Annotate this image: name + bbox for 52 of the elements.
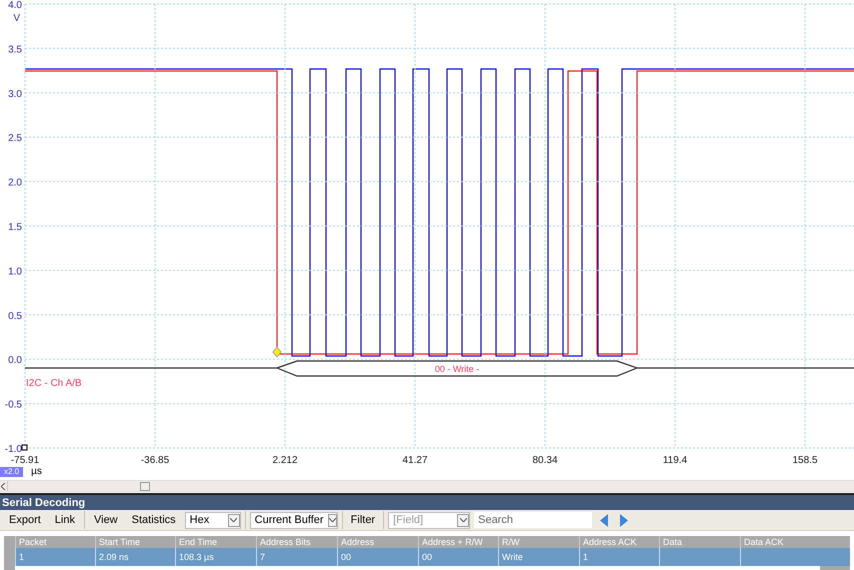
x-tick-label: 41.27 <box>402 455 428 466</box>
scroll-left-icon[interactable] <box>0 481 8 491</box>
y-tick-label: 3.0 <box>8 88 22 100</box>
y-tick-label: 2.0 <box>8 178 22 189</box>
table-cell: 00 <box>422 552 432 562</box>
x-tick-label: 158.5 <box>792 455 818 466</box>
table-cell: 108.3 µs <box>179 552 214 562</box>
y-tick-label: 1.5 <box>8 222 22 233</box>
table-cell: 1 <box>583 552 588 562</box>
axis-origin-marker-icon <box>22 444 28 450</box>
buffer-select[interactable]: Current Buffer <box>250 512 338 528</box>
zoom-badge: x2.0 <box>0 467 24 477</box>
next-arrow-icon[interactable] <box>620 514 628 526</box>
y-unit-label: V <box>13 13 20 24</box>
y-tick-label: 2.5 <box>8 133 22 144</box>
x-tick-label: -75.91 <box>10 455 40 466</box>
y-tick-label: 0.0 <box>8 355 22 366</box>
previous-arrow-icon[interactable] <box>600 514 608 526</box>
x-tick-label: 2.212 <box>272 455 298 466</box>
toolbar-button[interactable]: Link <box>50 510 80 530</box>
y-tick-label: 4.0 <box>8 0 22 11</box>
field-select[interactable]: [Field] <box>388 512 470 528</box>
y-tick-label: 1.0 <box>8 266 22 278</box>
table-row[interactable]: 1 2.09 ns 108.3 µs 7 00 00 Write 1 <box>15 548 850 566</box>
dropdown-icon[interactable] <box>328 514 337 526</box>
x-tick-label: 119.4 <box>662 455 688 466</box>
filter-label: Filter <box>350 512 376 528</box>
horizontal-scrollbar[interactable] <box>0 480 854 492</box>
toolbar-button[interactable]: Export <box>4 510 46 530</box>
panel-title-bar: Serial Decoding <box>0 493 854 510</box>
scroll-thumb[interactable] <box>140 482 150 491</box>
toolbar-button[interactable]: Statistics <box>126 510 181 530</box>
x-tick-label: 80.34 <box>532 455 558 466</box>
table-cell: 1 <box>19 552 24 562</box>
x-tick-label: -36.85 <box>140 455 170 466</box>
toolbar-button[interactable]: View <box>88 510 123 530</box>
trigger-marker-icon <box>272 346 282 358</box>
y-tick-label: 0.5 <box>8 310 22 322</box>
search-field[interactable]: Search <box>474 512 592 528</box>
table-cell: 2.09 ns <box>99 552 129 562</box>
table-cell: 00 <box>341 552 352 562</box>
y-tick-label: -0.5 <box>4 400 22 411</box>
table-cell: 7 <box>260 552 266 562</box>
y-tick-label: -1.0 <box>4 444 22 455</box>
dropdown-icon[interactable] <box>228 514 240 526</box>
y-tick-label: 3.5 <box>8 44 22 56</box>
decoded-packet-label: 00 - Write - <box>434 364 480 374</box>
table-cell: Write <box>502 552 523 562</box>
x-unit-label: µs <box>31 466 42 478</box>
format-select[interactable]: Hex <box>184 512 241 528</box>
decode-channel-label: I2C - Ch A/B <box>26 378 82 389</box>
dropdown-icon[interactable] <box>457 514 470 526</box>
